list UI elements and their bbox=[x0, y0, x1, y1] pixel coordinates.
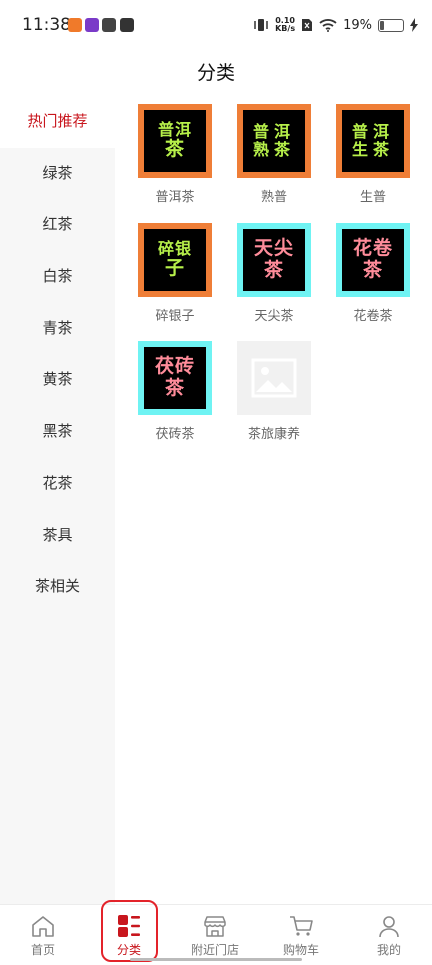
cart-icon bbox=[290, 916, 313, 936]
home-indicator[interactable] bbox=[130, 958, 302, 961]
subcategory-item[interactable]: 茯砖茶茯砖茶 bbox=[130, 341, 220, 442]
page-title: 分类 bbox=[196, 62, 235, 84]
subcategory-thumbnail: 天尖茶 bbox=[237, 223, 311, 297]
vibrate-icon bbox=[254, 19, 268, 31]
user-icon bbox=[379, 916, 399, 938]
sidebar-item[interactable]: 黑茶 bbox=[0, 406, 115, 458]
status-time: 11:38 bbox=[22, 15, 71, 35]
notification-app-icon-3 bbox=[102, 18, 116, 32]
thumbnail-text: 茶 bbox=[164, 138, 185, 161]
subcategory-thumbnail: 碎银子 bbox=[138, 223, 212, 297]
sidebar-item[interactable]: 茶相关 bbox=[0, 561, 115, 613]
sim-icon bbox=[302, 19, 313, 31]
thumbnail-text: 花卷 bbox=[352, 237, 393, 260]
thumbnail-text: 茶 bbox=[263, 259, 284, 281]
subcategory-item[interactable]: 碎银子碎银子 bbox=[130, 223, 220, 324]
home-icon bbox=[32, 916, 54, 937]
sidebar-item[interactable]: 绿茶 bbox=[0, 148, 115, 200]
subcategory-thumbnail: 普洱 生茶 bbox=[336, 104, 410, 178]
thumbnail-text: 普洱 bbox=[351, 121, 394, 141]
subcategory-item[interactable]: 花卷茶花卷茶 bbox=[328, 223, 418, 324]
charging-icon bbox=[410, 18, 418, 32]
subcategory-thumbnail: 花卷茶 bbox=[336, 223, 410, 297]
thumbnail-text: 茶 bbox=[164, 377, 185, 399]
subcategory-label: 熟普 bbox=[260, 190, 287, 205]
subcategory-label: 茶旅康养 bbox=[247, 427, 300, 442]
subcategory-item[interactable]: 普洱 熟茶 熟普 bbox=[229, 104, 319, 205]
tab-cart[interactable]: 购物车 bbox=[258, 905, 344, 965]
subcategory-label: 普洱茶 bbox=[155, 190, 195, 205]
subcategory-thumbnail: 普洱茶 bbox=[138, 104, 212, 178]
image-placeholder-icon bbox=[251, 358, 297, 398]
thumbnail-text: 熟茶 bbox=[252, 140, 295, 159]
battery-percent: 19% bbox=[343, 17, 372, 33]
thumbnail-text: 子 bbox=[164, 257, 185, 280]
thumbnail-text: 茯砖 bbox=[154, 355, 195, 378]
subcategory-item[interactable]: 普洱茶普洱茶 bbox=[130, 104, 220, 205]
sidebar-item[interactable]: 红茶 bbox=[0, 199, 115, 251]
subcategory-label: 天尖茶 bbox=[254, 309, 294, 324]
tab-label: 我的 bbox=[376, 943, 401, 957]
tab-nearby-stores[interactable]: 附近门店 bbox=[172, 905, 258, 965]
network-speed-unit: KB/s bbox=[275, 24, 296, 33]
tab-profile[interactable]: 我的 bbox=[346, 905, 432, 965]
network-speed: 0.10 KB/s bbox=[275, 17, 295, 33]
store-icon bbox=[204, 916, 226, 937]
thumbnail-text: 茶 bbox=[362, 259, 383, 281]
sidebar-item[interactable]: 白茶 bbox=[0, 251, 115, 303]
subcategory-thumbnail: 普洱 熟茶 bbox=[237, 104, 311, 178]
sidebar-item[interactable]: 茶具 bbox=[0, 510, 115, 562]
notification-app-icon-4 bbox=[120, 18, 134, 32]
bottom-tab-bar: 首页 分类 附近门店 购物车 我的 bbox=[0, 904, 432, 965]
tab-label: 购物车 bbox=[282, 943, 319, 957]
thumbnail-text: 生茶 bbox=[351, 140, 394, 159]
subcategory-item[interactable]: 天尖茶天尖茶 bbox=[229, 223, 319, 324]
thumbnail-text: 普洱 bbox=[252, 121, 295, 141]
subcategory-item[interactable]: 茶旅康养 bbox=[229, 341, 319, 442]
sidebar-item[interactable]: 花茶 bbox=[0, 458, 115, 510]
status-indicators: 0.10 KB/s 19% bbox=[253, 14, 418, 36]
subcategory-label: 花卷茶 bbox=[353, 309, 393, 324]
subcategory-item[interactable]: 普洱 生茶 生普 bbox=[328, 104, 418, 205]
image-placeholder-icon bbox=[237, 341, 311, 415]
status-bar: 11:38 0.10 KB/s 19% bbox=[0, 0, 432, 50]
thumbnail-text: 普洱 bbox=[157, 119, 192, 139]
category-sidebar: 热门推荐 绿茶 红茶 白茶 青茶 黄茶 黑茶 花茶 茶具 茶相关 bbox=[0, 96, 115, 904]
subcategory-label: 生普 bbox=[359, 190, 386, 205]
notification-app-icon-1 bbox=[68, 18, 82, 32]
active-tab-highlight bbox=[101, 900, 158, 962]
wifi-icon bbox=[319, 19, 337, 32]
tab-label: 附近门店 bbox=[190, 943, 239, 957]
subcategory-thumbnail: 茯砖茶 bbox=[138, 341, 212, 415]
tab-home[interactable]: 首页 bbox=[0, 905, 86, 965]
sidebar-item[interactable]: 热门推荐 bbox=[0, 96, 115, 148]
tab-label: 首页 bbox=[30, 943, 55, 957]
sidebar-item[interactable]: 黄茶 bbox=[0, 354, 115, 406]
thumbnail-text: 天尖 bbox=[253, 237, 294, 260]
subcategory-label: 碎银子 bbox=[155, 309, 195, 324]
notification-app-icon-2 bbox=[85, 18, 99, 32]
battery-icon bbox=[378, 18, 404, 32]
thumbnail-text: 碎银 bbox=[157, 238, 192, 258]
subcategory-label: 茯砖茶 bbox=[155, 427, 195, 442]
sidebar-item[interactable]: 青茶 bbox=[0, 303, 115, 355]
